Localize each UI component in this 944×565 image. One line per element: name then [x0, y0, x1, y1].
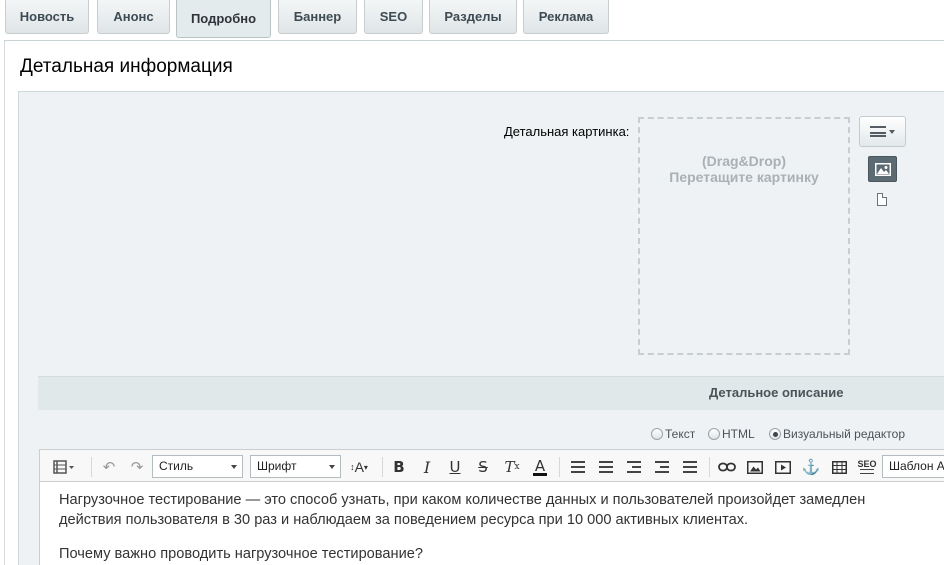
- tab-label: Новость: [19, 9, 75, 24]
- template-select-value: Шаблон А: [889, 459, 944, 473]
- font-select-value: Шрифт: [257, 459, 297, 473]
- undo-icon[interactable]: ↶: [98, 456, 120, 478]
- image-icon[interactable]: [744, 456, 766, 478]
- anchor-icon[interactable]: ⚓: [800, 456, 822, 478]
- indent-icon[interactable]: [651, 456, 673, 478]
- style-select[interactable]: Стиль: [152, 455, 243, 478]
- tab-banner[interactable]: Баннер: [278, 0, 357, 34]
- italic-icon[interactable]: I: [417, 456, 437, 478]
- dropzone-hint-text: Перетащите картинку: [669, 169, 819, 185]
- editor-toolbar: ↶ ↷ Стиль Шрифт ↕ A ▾ B I U S Tx A ⚓ SEO Ш…: [39, 449, 944, 482]
- radio-icon: [708, 428, 720, 440]
- radio-label: Текст: [665, 427, 696, 441]
- chevron-down-icon: [889, 129, 895, 134]
- toolbar-separator: [91, 457, 92, 477]
- radio-label: Визуальный редактор: [783, 427, 906, 441]
- mode-visual-radio[interactable]: Визуальный редактор: [769, 427, 905, 441]
- ordered-list-icon[interactable]: [567, 456, 589, 478]
- editor-content[interactable]: Нагрузочное тестирование — это способ уз…: [39, 482, 944, 565]
- tab-details[interactable]: Подробно: [176, 0, 271, 38]
- redo-icon[interactable]: ↷: [126, 456, 148, 478]
- radio-checked-icon: [769, 428, 781, 440]
- tab-seo[interactable]: SEO: [364, 0, 423, 34]
- font-select[interactable]: Шрифт: [250, 455, 341, 478]
- tab-news[interactable]: Новость: [5, 0, 89, 34]
- bold-icon[interactable]: B: [389, 456, 409, 478]
- unordered-list-icon[interactable]: [595, 456, 617, 478]
- remove-format-icon[interactable]: Tx: [501, 456, 523, 478]
- tabs-bar: Новость Анонс Подробно Баннер SEO Раздел…: [0, 0, 944, 41]
- toolbar-separator: [382, 457, 383, 477]
- chevron-down-icon: [329, 465, 335, 469]
- image-icon: [874, 162, 891, 176]
- menu-icon: [870, 126, 886, 137]
- text-color-icon[interactable]: A: [529, 456, 551, 478]
- tab-sections[interactable]: Разделы: [429, 0, 517, 34]
- tab-label: Анонс: [113, 9, 154, 24]
- chevron-down-icon: [231, 465, 237, 469]
- editor-paragraph: Нагрузочное тестирование — это способ уз…: [59, 492, 866, 508]
- template-select[interactable]: Шаблон А: [882, 455, 944, 478]
- view-mode-icon[interactable]: [48, 456, 80, 478]
- radio-icon: [651, 428, 663, 440]
- toolbar-separator: [559, 457, 560, 477]
- picture-menu-button[interactable]: [859, 116, 906, 147]
- table-icon[interactable]: [828, 456, 850, 478]
- editor-paragraph: действия пользователя в 30 раз и наблюда…: [59, 512, 749, 528]
- tab-label: Подробно: [190, 11, 257, 26]
- section-title: Детальная информация: [20, 56, 233, 77]
- video-icon[interactable]: [772, 456, 794, 478]
- dropzone-hint-dragdrop: (Drag&Drop): [702, 153, 786, 169]
- description-title: Детальное описание: [709, 385, 844, 400]
- image-upload-button[interactable]: [868, 156, 897, 182]
- align-icon[interactable]: [679, 456, 701, 478]
- editor-paragraph: Почему важно проводить нагрузочное тести…: [59, 546, 423, 562]
- file-icon[interactable]: [877, 193, 887, 206]
- tab-label: Баннер: [293, 9, 342, 24]
- outdent-icon[interactable]: [623, 456, 645, 478]
- font-size-icon[interactable]: ↕ A ▾: [346, 456, 372, 478]
- tab-announce[interactable]: Анонс: [97, 0, 170, 34]
- tab-label: Разделы: [444, 9, 502, 24]
- tab-label: Реклама: [538, 9, 594, 24]
- mode-text-radio[interactable]: Текст: [651, 427, 695, 441]
- tab-label: SEO: [379, 9, 408, 24]
- detail-picture-label: Детальная картинка:: [504, 124, 630, 139]
- seo-icon-label: SEO: [857, 459, 877, 469]
- picture-dropzone[interactable]: (Drag&Drop) Перетащите картинку: [638, 117, 850, 355]
- underline-icon[interactable]: U: [445, 456, 465, 478]
- mode-html-radio[interactable]: HTML: [708, 427, 755, 441]
- radio-label: HTML: [722, 427, 755, 441]
- tab-ads[interactable]: Реклама: [523, 0, 609, 34]
- toolbar-separator: [709, 457, 710, 477]
- seo-icon[interactable]: SEO: [855, 456, 879, 478]
- style-select-value: Стиль: [159, 459, 194, 473]
- link-icon[interactable]: [716, 456, 738, 478]
- strikethrough-icon[interactable]: S: [473, 456, 493, 478]
